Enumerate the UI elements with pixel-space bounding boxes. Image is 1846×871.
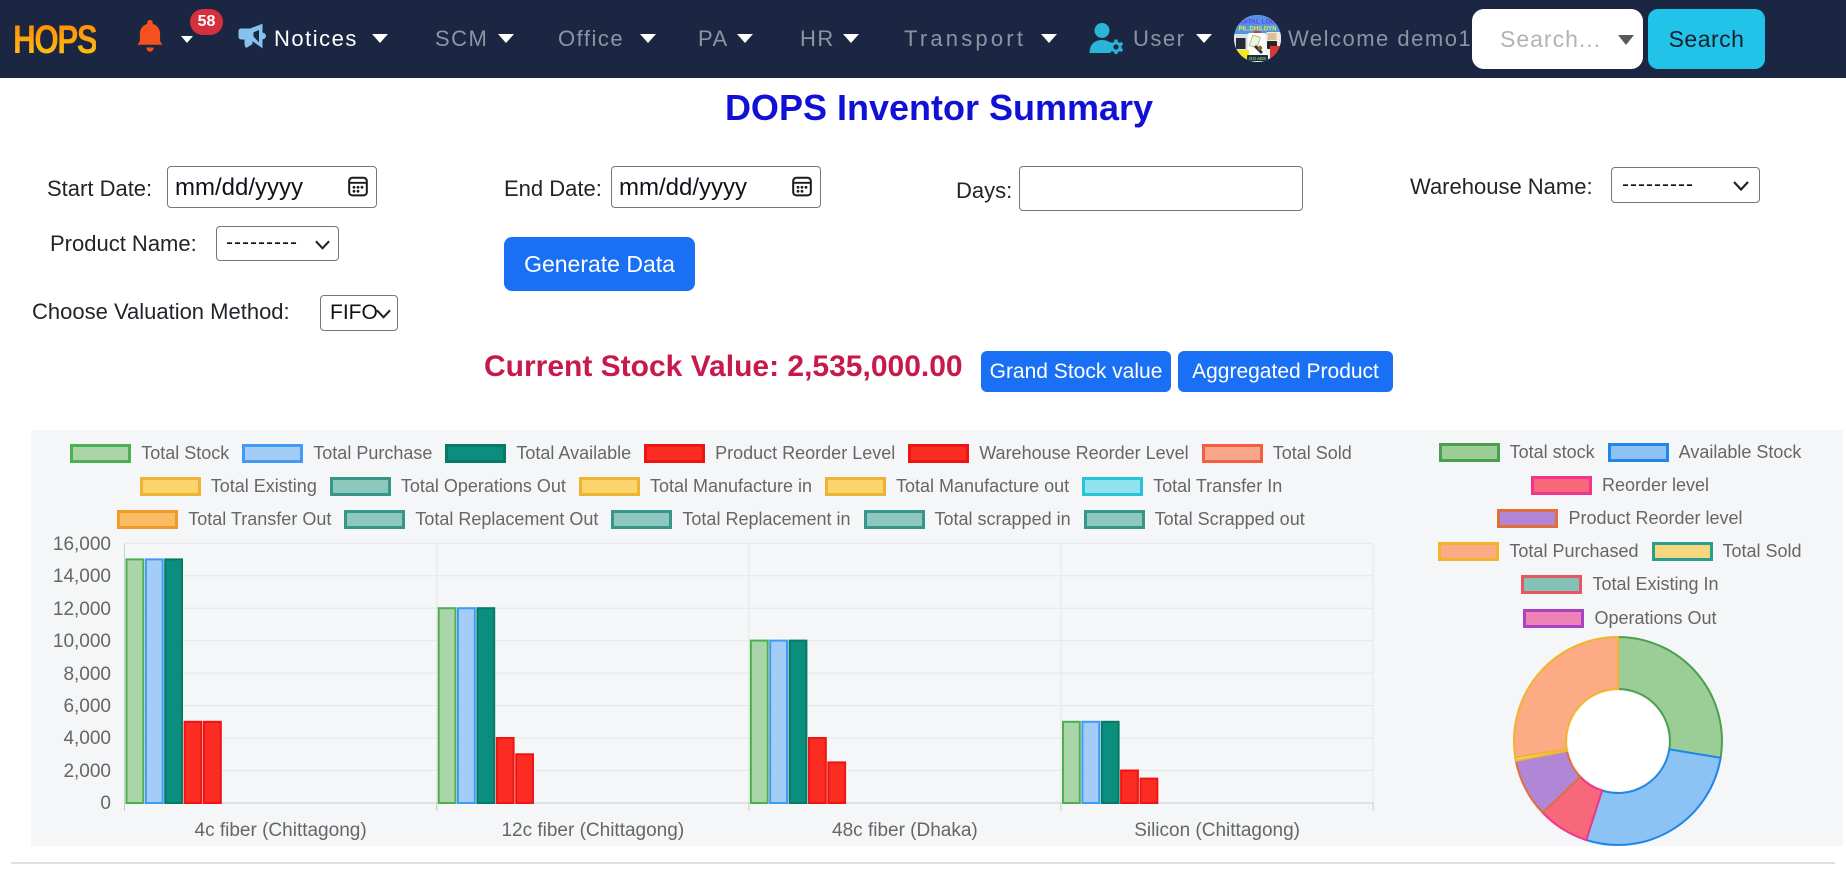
svg-text:4,000: 4,000 bbox=[63, 728, 111, 749]
svg-text:14,000: 14,000 bbox=[53, 566, 111, 587]
svg-text:4c fiber (Chittagong): 4c fiber (Chittagong) bbox=[195, 820, 367, 841]
svg-text:16,000: 16,000 bbox=[53, 534, 111, 555]
svg-text:Silicon (Chittagong): Silicon (Chittagong) bbox=[1134, 820, 1300, 841]
svg-text:48c fiber (Dhaka): 48c fiber (Dhaka) bbox=[832, 820, 978, 841]
svg-text:0: 0 bbox=[100, 793, 111, 814]
svg-text:12,000: 12,000 bbox=[53, 599, 111, 620]
svg-text:10,000: 10,000 bbox=[53, 631, 111, 652]
svg-text:12c fiber (Chittagong): 12c fiber (Chittagong) bbox=[501, 820, 684, 841]
svg-text:8,000: 8,000 bbox=[63, 664, 111, 685]
svg-text:6,000: 6,000 bbox=[63, 696, 111, 717]
svg-text:2,000: 2,000 bbox=[63, 761, 111, 782]
